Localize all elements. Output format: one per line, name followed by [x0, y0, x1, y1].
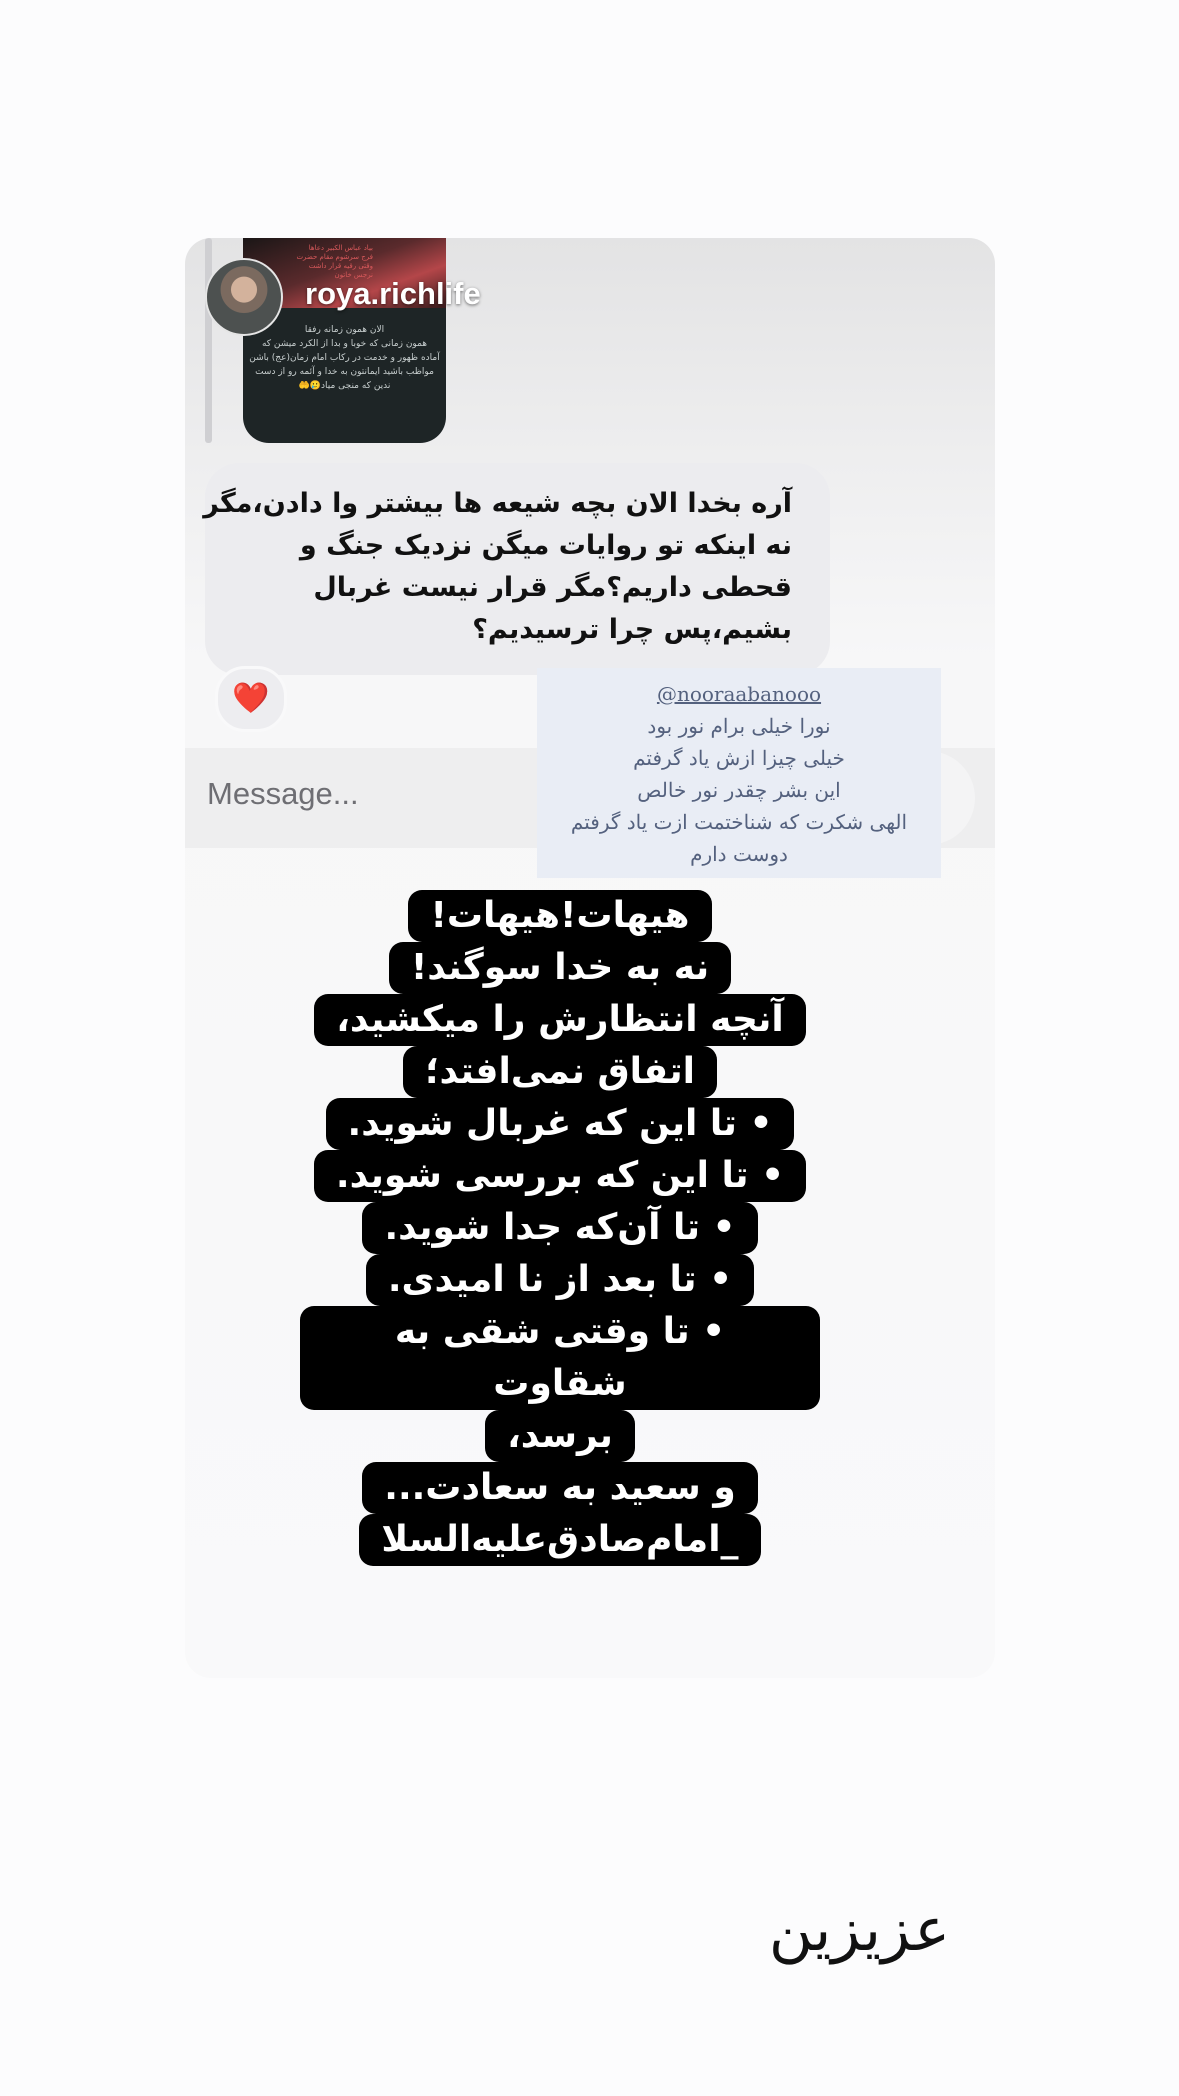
quote-line: • تا این که غربال شوید.: [325, 1098, 795, 1150]
mention-line: خیلی چیزا ازش یاد گرفتم: [633, 746, 845, 770]
reply-indicator-line: [205, 238, 212, 443]
mention-line: الهی شکرت که شناختمت ازت یاد گرفتم: [570, 810, 908, 834]
mention-sticker[interactable]: @nooraabanooo نورا خیلی برام نور بود خیل…: [537, 668, 941, 878]
avatar[interactable]: [205, 258, 283, 336]
quote-line: نه به خدا سوگند!: [388, 942, 732, 994]
quote-line: • تا وقتی شقی به شقاوت: [300, 1306, 820, 1410]
quote-line: آنچه انتظارش را میکشید،: [314, 994, 806, 1046]
mention-handle[interactable]: @nooraabanooo: [537, 678, 941, 710]
quote-line: • تا بعد از نا امیدی.: [365, 1254, 755, 1306]
quote-line: هیهات!هیهات!: [408, 890, 712, 942]
caption-text: عزیزین: [768, 1895, 950, 1965]
quote-line: • تا آن‌که جدا شوید.: [362, 1202, 758, 1254]
message-text: آره بخدا الان بچه شیعه ها بیشتر وا دادن،…: [203, 488, 792, 645]
mention-line: دوست دارم: [690, 842, 788, 866]
quote-line: • تا این که بررسی شوید.: [313, 1150, 807, 1202]
message-bubble[interactable]: آره بخدا الان بچه شیعه ها بیشتر وا دادن،…: [203, 463, 830, 675]
message-input[interactable]: Message...: [207, 776, 359, 812]
mention-line: این بشر چقدر نور خالص: [637, 778, 841, 802]
quote-line: اتفاق نمی‌افتد؛: [403, 1046, 717, 1098]
mention-line: نورا خیلی برام نور بود: [647, 714, 831, 738]
story-thumbnail-text: الان همون زمانه رفقا همون زمانی که خوبا …: [249, 325, 440, 391]
story-thumbnail[interactable]: بیاد عباس الکبیر دعاها فرج سرشوم مقام حض…: [243, 238, 446, 443]
quote-line: _امام‌صادق‌علیه‌السلا: [359, 1514, 761, 1566]
heart-reaction-icon[interactable]: ❤️: [215, 666, 287, 732]
username[interactable]: roya.richlife: [305, 276, 481, 312]
quote-line: و سعید به سعادت...: [362, 1462, 758, 1514]
story-thumbnail-red-text: بیاد عباس الکبیر دعاها فرج سرشوم مقام حض…: [296, 244, 373, 279]
quote-text-sticker: هیهات!هیهات! نه به خدا سوگند! آنچه انتظا…: [300, 890, 820, 1566]
quote-line: برسد،: [485, 1410, 635, 1462]
